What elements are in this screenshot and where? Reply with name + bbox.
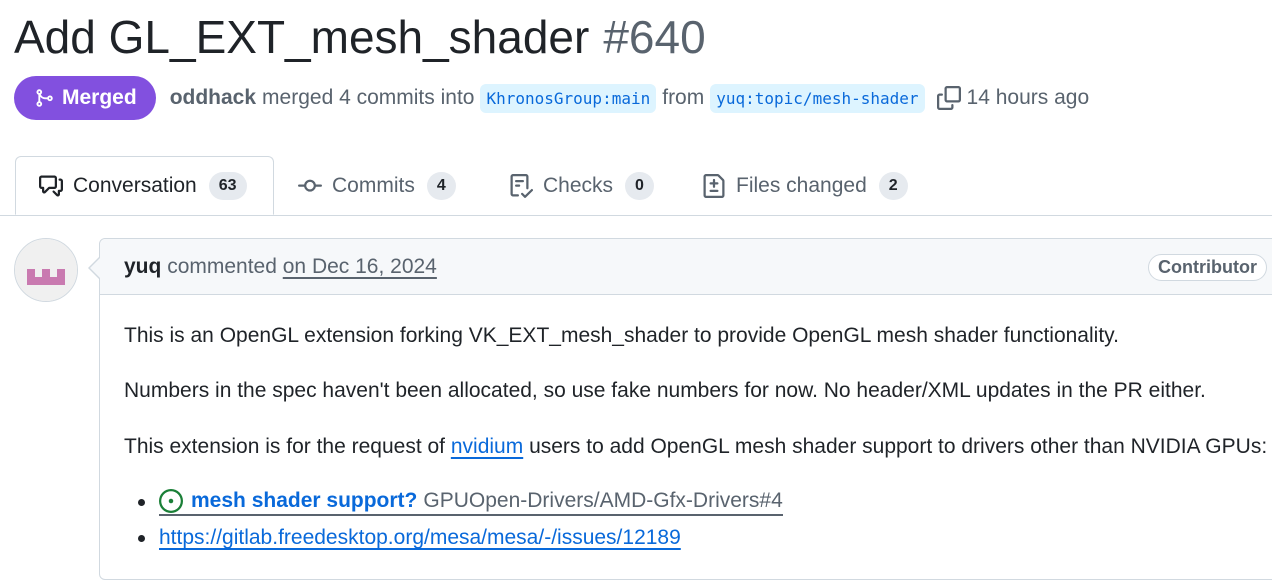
- list-item: https://gitlab.freedesktop.org/mesa/mesa…: [138, 526, 681, 550]
- tab-checks-label: Checks: [543, 173, 614, 197]
- comment-action: commented: [167, 255, 277, 278]
- tab-conversation[interactable]: Conversation 63: [15, 156, 274, 215]
- base-branch[interactable]: KhronosGroup:main: [480, 83, 657, 113]
- file-diff-icon: [703, 173, 725, 198]
- list-item: mesh shader support? GPUOpen-Drivers/AMD…: [138, 489, 783, 516]
- tab-commits-label: Commits: [332, 173, 415, 197]
- merge-description: merged 4 commits into: [262, 86, 475, 109]
- gitlab-issue-link[interactable]: https://gitlab.freedesktop.org/mesa/mesa…: [159, 526, 681, 550]
- comment-paragraph-1: This is an OpenGL extension forking VK_E…: [124, 324, 1119, 347]
- pr-number: #640: [603, 11, 706, 63]
- avatar[interactable]: [14, 238, 78, 302]
- tab-files-changed-label: Files changed: [736, 173, 867, 197]
- tab-conversation-label: Conversation: [73, 173, 197, 197]
- merge-time: 14 hours ago: [966, 86, 1090, 109]
- pr-title: Add GL_EXT_mesh_shader #640: [14, 8, 706, 66]
- from-text: from: [662, 86, 705, 109]
- bullet: [138, 534, 145, 542]
- nvidium-link[interactable]: nvidium: [451, 435, 523, 458]
- copy-icon[interactable]: [936, 86, 961, 110]
- issue-reference-link[interactable]: mesh shader support? GPUOpen-Drivers/AMD…: [159, 489, 783, 516]
- comment-discussion-icon: [39, 175, 63, 196]
- tab-commits-count: 4: [426, 171, 456, 200]
- tab-files-changed-count: 2: [878, 171, 908, 200]
- tab-checks[interactable]: Checks 0: [509, 156, 654, 215]
- tab-conversation-count: 63: [208, 171, 247, 200]
- comment-date-link[interactable]: on Dec 16, 2024: [283, 255, 437, 278]
- pr-title-text: Add GL_EXT_mesh_shader: [14, 11, 590, 63]
- comment-pointer-inner: [90, 258, 100, 278]
- issue-title: mesh shader support?: [191, 489, 418, 512]
- comment-paragraph-2: Numbers in the spec haven't been allocat…: [124, 379, 1206, 402]
- merger-username[interactable]: oddhack: [170, 86, 256, 110]
- tab-commits[interactable]: Commits 4: [298, 156, 456, 215]
- bullet: [138, 499, 145, 506]
- head-branch[interactable]: yuq:topic/mesh-shader: [710, 83, 925, 113]
- contributor-badge: Contributor: [1148, 254, 1267, 281]
- merged-status-badge: Merged: [14, 76, 156, 120]
- checklist-icon: [510, 173, 533, 198]
- comment-header-text: yuq commented on Dec 16, 2024: [124, 255, 437, 279]
- git-commit-icon: [298, 179, 322, 192]
- paragraph-3-before: This extension is for the request of: [124, 435, 445, 458]
- issue-opened-icon: [159, 489, 183, 513]
- pr-tabs: Conversation 63 Commits 4 Checks 0 Files…: [0, 156, 1272, 216]
- git-merge-icon: [36, 89, 53, 107]
- comment-author[interactable]: yuq: [124, 255, 161, 278]
- pr-meta: Merged oddhack merged 4 commits into Khr…: [14, 76, 1089, 120]
- tab-files-changed[interactable]: Files changed 2: [702, 156, 908, 215]
- paragraph-3-after: users to add OpenGL mesh shader support …: [529, 435, 1268, 458]
- tab-checks-count: 0: [625, 171, 654, 200]
- issue-ref: GPUOpen-Drivers/AMD-Gfx-Drivers#4: [423, 489, 783, 512]
- comment-paragraph-3: This extension is for the request of nvi…: [124, 435, 1267, 459]
- merged-status-label: Merged: [62, 86, 137, 109]
